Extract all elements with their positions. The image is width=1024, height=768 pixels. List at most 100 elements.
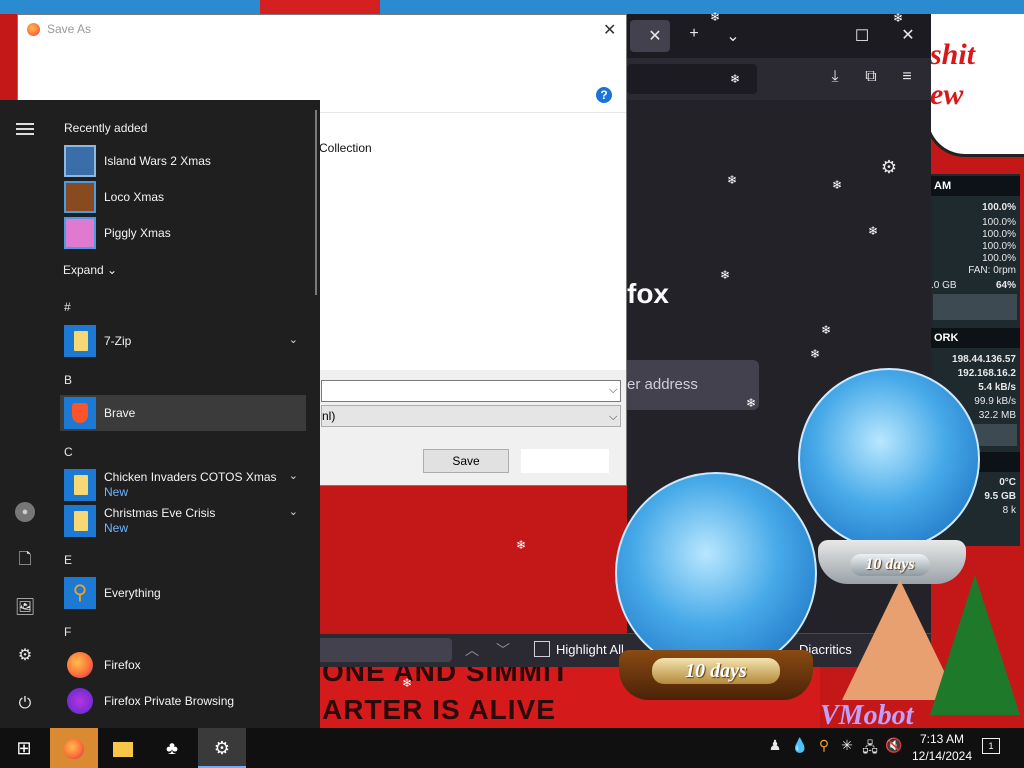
- help-icon[interactable]: ?: [596, 87, 612, 103]
- cpu-core-3: 100.0%: [982, 241, 1016, 252]
- firefox-icon: [64, 739, 84, 760]
- network-total: 32.2 MB: [978, 410, 1016, 421]
- network-icon[interactable]: 🖧: [860, 737, 880, 761]
- app-brave[interactable]: Brave: [60, 395, 306, 431]
- snowflake-icon: ❄: [868, 224, 879, 238]
- app-everything[interactable]: ⚲ Everything: [60, 575, 306, 611]
- app-label: Firefox Private Browsing: [104, 694, 235, 708]
- piggly-xmas-icon: [64, 217, 96, 249]
- dialog-divider: [320, 112, 626, 113]
- cpu-header: AM: [931, 176, 1020, 196]
- hamburger-menu-icon[interactable]: [16, 123, 34, 135]
- chevron-down-icon[interactable]: ⌄: [289, 333, 298, 346]
- chevron-down-icon[interactable]: ⌄: [289, 505, 298, 518]
- save-button[interactable]: Save: [423, 449, 509, 473]
- notification-center-icon[interactable]: 1: [982, 738, 1000, 754]
- clock-time: 7:13 AM: [919, 732, 965, 746]
- firefox-search-box[interactable]: er address: [627, 360, 759, 410]
- snowflake-icon: ❄: [821, 323, 832, 337]
- app-piggly-xmas[interactable]: Piggly Xmas: [60, 215, 306, 251]
- snowflake-icon: ❄: [832, 178, 843, 192]
- user-avatar[interactable]: ●: [15, 502, 35, 522]
- dialog-close-icon[interactable]: ✕: [603, 20, 616, 40]
- chevron-down-icon: ⌵: [609, 411, 618, 423]
- disk-size: 9.5 GB: [984, 491, 1016, 502]
- app-island-wars[interactable]: Island Wars 2 Xmas: [60, 143, 306, 179]
- new-tab-icon[interactable]: +: [683, 25, 705, 43]
- menu-icon[interactable]: ≡: [896, 68, 918, 86]
- volume-muted-icon[interactable]: 🔇: [884, 737, 904, 754]
- expand-label: Expand: [63, 263, 104, 277]
- power-icon[interactable]: ⏻: [14, 693, 36, 715]
- tab-close-icon[interactable]: ✕: [644, 26, 666, 46]
- app-firefox[interactable]: Firefox: [60, 647, 306, 683]
- find-input[interactable]: [320, 638, 452, 662]
- tray-droplet-icon[interactable]: 💧: [790, 737, 810, 754]
- clock-date: 12/14/2024: [911, 749, 973, 763]
- expand-button[interactable]: Expand ⌄: [63, 263, 117, 277]
- speech-bubble-text: shit ew: [930, 38, 976, 111]
- letter-header-f[interactable]: F: [64, 625, 71, 639]
- find-previous-icon[interactable]: ︿: [465, 640, 479, 660]
- recently-added-heading: Recently added: [64, 121, 148, 135]
- app-label: Firefox: [104, 658, 141, 672]
- downloads-icon[interactable]: ⤓: [824, 68, 846, 86]
- app-label: Brave: [104, 406, 136, 420]
- banner-line-2: ARTER IS ALIVE: [322, 694, 556, 725]
- app-label: Piggly Xmas: [104, 226, 171, 240]
- loco-xmas-icon: [64, 181, 96, 213]
- app-chicken-invaders[interactable]: Chicken Invaders COTOS Xmas New ⌄: [60, 467, 306, 503]
- people-icon: ♣: [166, 738, 178, 758]
- chevron-down-icon[interactable]: ⌵: [609, 384, 617, 397]
- snowflake-icon: ❄: [727, 173, 738, 187]
- folder-icon: [64, 325, 96, 357]
- tray-app-icon[interactable]: ♟: [765, 737, 785, 754]
- letter-header-b[interactable]: B: [64, 373, 72, 387]
- cancel-button[interactable]: [521, 449, 609, 473]
- chevron-down-icon[interactable]: ⌄: [289, 469, 298, 482]
- app-label: Chicken Invaders COTOS Xmas: [104, 470, 277, 484]
- taskbar-settings[interactable]: ⚙: [198, 728, 246, 768]
- taskbar-app[interactable]: ♣: [148, 728, 196, 768]
- window-close-icon[interactable]: ✕: [897, 25, 919, 45]
- app-christmas-eve-crisis[interactable]: Christmas Eve Crisis New ⌄: [60, 503, 306, 539]
- snowflake-icon: ❄: [746, 396, 757, 410]
- highlight-all-checkbox[interactable]: [534, 641, 550, 657]
- tray-snowflake-icon[interactable]: ✳: [837, 737, 857, 754]
- start-menu-scrollbar[interactable]: [315, 110, 317, 295]
- brave-lion-icon: [64, 397, 96, 429]
- public-ip: 198.44.136.57: [952, 354, 1016, 365]
- folder-list-item[interactable]: Collection: [319, 141, 372, 155]
- fan-speed: FAN: 0rpm: [968, 265, 1016, 276]
- folder-icon: [64, 505, 96, 537]
- settings-gear-icon[interactable]: ⚙: [878, 157, 900, 178]
- letter-header-hash[interactable]: #: [64, 300, 71, 314]
- start-button[interactable]: ⊞: [0, 728, 48, 768]
- cpu-core-1: 100.0%: [982, 217, 1016, 228]
- network-header: ORK: [931, 328, 1020, 348]
- settings-gear-icon[interactable]: ⚙: [14, 645, 36, 667]
- save-as-type-select[interactable]: nl) ⌵: [321, 405, 621, 427]
- new-badge: New: [104, 521, 129, 535]
- documents-icon[interactable]: 🗋: [14, 549, 36, 571]
- firefox-icon: [67, 652, 93, 678]
- maximize-icon[interactable]: ☐: [851, 26, 873, 46]
- app-loco-xmas[interactable]: Loco Xmas: [60, 179, 306, 215]
- pictures-icon[interactable]: 🖼: [14, 597, 36, 619]
- letter-header-c[interactable]: C: [64, 445, 73, 459]
- app-label: 7-Zip: [104, 334, 132, 348]
- app-7zip[interactable]: 7-Zip ⌄: [60, 323, 306, 359]
- file-name-field[interactable]: ⌵: [321, 380, 621, 402]
- app-firefox-private[interactable]: Firefox Private Browsing: [60, 683, 306, 719]
- extensions-icon[interactable]: ⧉: [860, 68, 882, 86]
- taskbar-clock[interactable]: 7:13 AM 12/14/2024: [908, 731, 976, 765]
- tab-list-chevron-icon[interactable]: ⌄: [722, 26, 744, 46]
- snowglobe-right: [798, 368, 980, 550]
- taskbar-file-explorer[interactable]: [99, 728, 147, 768]
- memory-percent: 64%: [995, 280, 1016, 291]
- find-next-icon[interactable]: ﹀: [496, 640, 510, 660]
- letter-header-e[interactable]: E: [64, 553, 72, 567]
- tray-search-icon[interactable]: ⚲: [814, 737, 834, 754]
- snowflake-icon: ❄: [810, 347, 821, 361]
- taskbar-firefox[interactable]: [50, 728, 98, 768]
